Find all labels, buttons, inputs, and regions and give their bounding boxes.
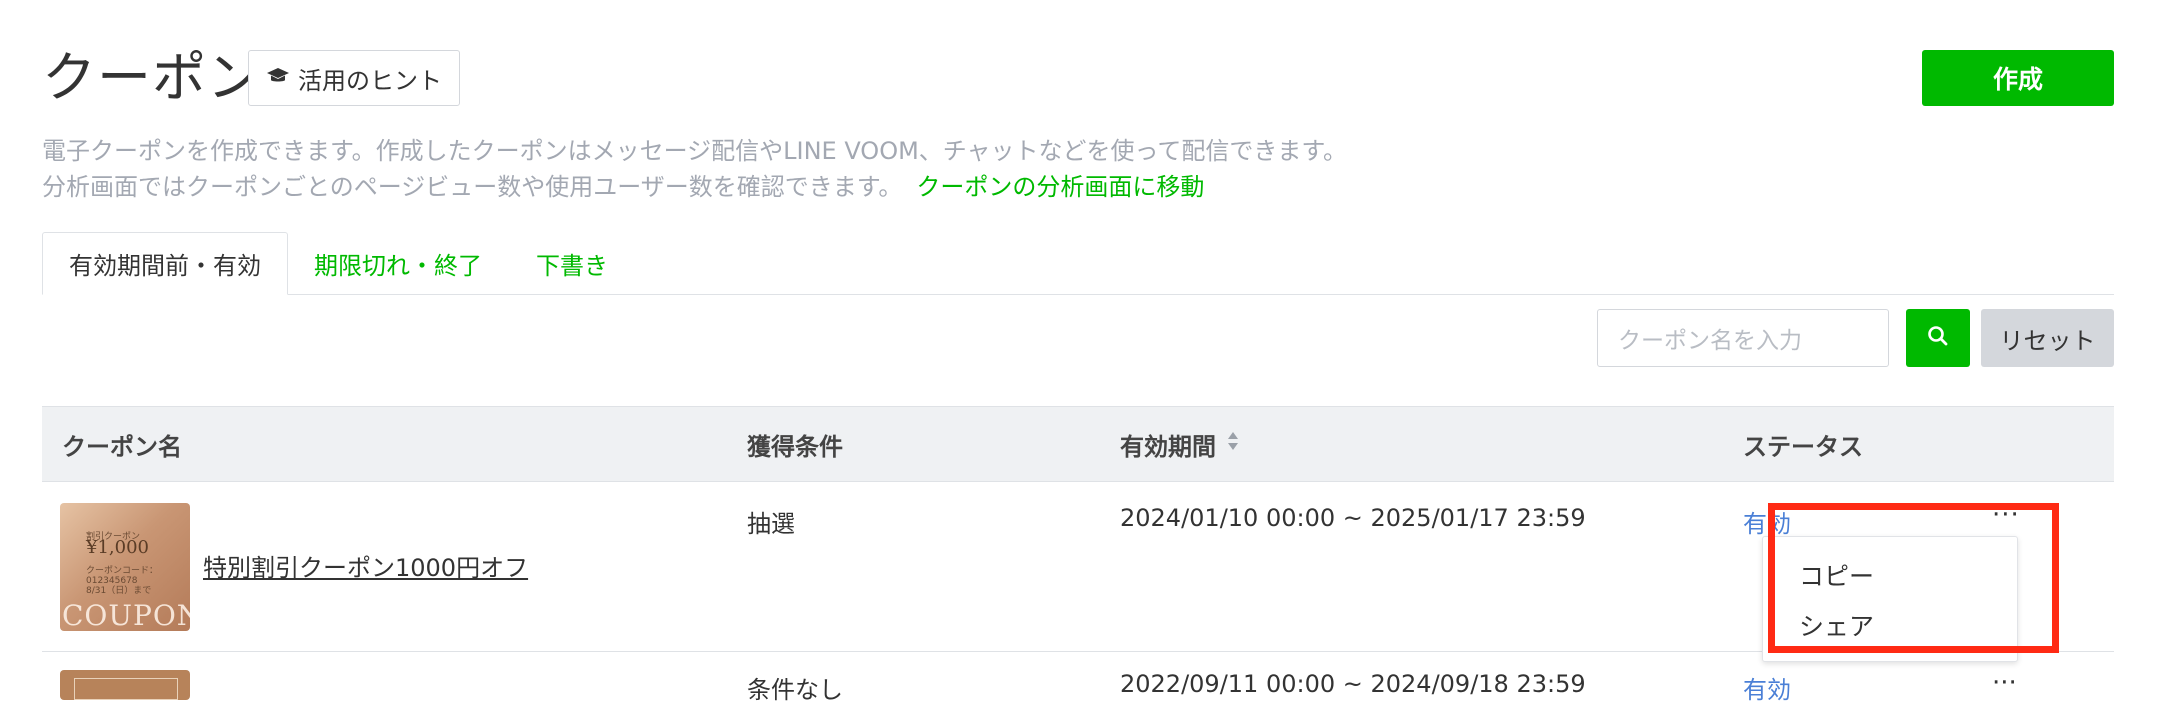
thumbnail-date: 8/31（日）まで — [86, 586, 152, 596]
hint-button-label: 活用のヒント — [298, 66, 442, 95]
coupon-condition: 抽選 — [747, 510, 795, 538]
coupon-status: 有効 — [1743, 676, 1791, 704]
reset-button[interactable]: リセット — [1981, 309, 2114, 367]
create-button[interactable]: 作成 — [1922, 50, 2114, 106]
highlight-box — [1768, 503, 2059, 653]
column-header-status: ステータス — [1743, 432, 1863, 461]
description-line-1: 電子クーポンを作成できます。作成したクーポンはメッセージ配信やLINE VOOM… — [42, 137, 1347, 165]
thumbnail-watermark: COUPON — [62, 599, 190, 631]
thumbnail-price: ¥1,000 — [86, 537, 149, 558]
page-title: クーポン — [42, 46, 262, 109]
tab-drafts[interactable]: 下書き — [536, 232, 608, 294]
coupon-period: 2022/09/11 00:00 ~ 2024/09/18 23:59 — [1120, 670, 1586, 698]
column-header-period[interactable]: 有効期間 — [1120, 406, 1240, 482]
sort-icon[interactable] — [1226, 430, 1240, 458]
search-input[interactable]: クーポン名を入力 — [1597, 309, 1889, 367]
hint-button[interactable]: 活用のヒント — [248, 50, 460, 106]
column-header-name: クーポン名 — [62, 432, 182, 461]
analytics-link[interactable]: クーポンの分析画面に移動 — [916, 173, 1204, 201]
coupon-period: 2024/01/10 00:00 ~ 2025/01/17 23:59 — [1120, 504, 1586, 532]
search-button[interactable] — [1906, 309, 1970, 367]
column-header-period-label: 有効期間 — [1120, 432, 1216, 461]
tabs-divider — [42, 294, 2114, 295]
coupon-condition: 条件なし — [747, 676, 843, 704]
coupon-name-link[interactable]: 特別割引クーポン1000円オフ — [203, 548, 528, 583]
coupon-thumbnail[interactable]: 割引クーポン ¥1,000 クーポンコード：012345678 8/31（日）ま… — [60, 503, 190, 631]
column-header-condition: 獲得条件 — [747, 432, 843, 461]
more-horizontal-icon[interactable]: ··· — [1992, 668, 2017, 698]
tab-expired[interactable]: 期限切れ・終了 — [314, 232, 482, 294]
graduation-cap-icon — [266, 64, 290, 92]
tab-active-period[interactable]: 有効期間前・有効 — [42, 232, 288, 295]
coupon-thumbnail[interactable] — [60, 670, 190, 700]
description-text: 分析画面ではクーポンごとのページビュー数や使用ユーザー数を確認できます。 — [42, 173, 903, 201]
description-line-2: 分析画面ではクーポンごとのページビュー数や使用ユーザー数を確認できます。 クーポン… — [42, 170, 1204, 204]
search-icon — [1926, 324, 1950, 352]
